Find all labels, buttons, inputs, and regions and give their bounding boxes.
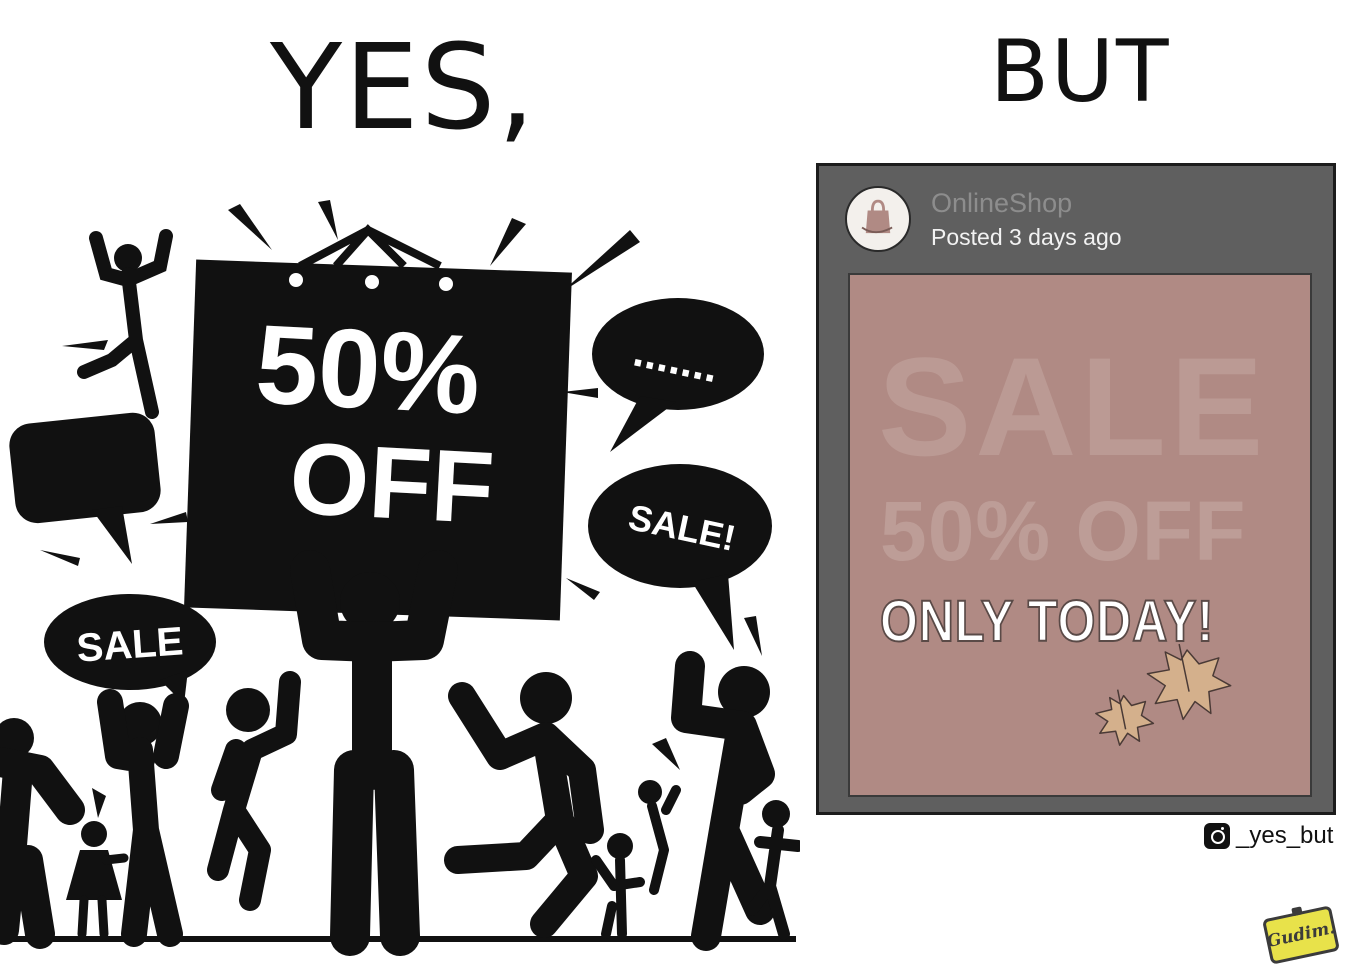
shop-name[interactable]: OnlineShop — [931, 188, 1072, 219]
post-image[interactable]: SALE 50% OFF ONLY TODAY! — [848, 273, 1312, 797]
speech-bubble-dots-icon: ....... — [592, 298, 764, 452]
bag-off-text: OFF — [287, 421, 497, 546]
speech-bubble-sale-right-icon: SALE! — [588, 464, 772, 650]
maple-leaves-icon — [1095, 643, 1232, 746]
yes-heading: YES, — [270, 18, 538, 156]
instagram-icon[interactable] — [1204, 823, 1230, 849]
shop-avatar[interactable] — [845, 186, 911, 252]
signature-badge: Gudim. — [1261, 905, 1341, 965]
social-post-card[interactable]: OnlineShop Posted 3 days ago SALE 50% OF… — [816, 163, 1336, 815]
svg-text:SALE: SALE — [75, 619, 184, 670]
jumping-person-icon — [77, 229, 173, 419]
signature-text: Gudim. — [1265, 918, 1337, 952]
speech-bubble-sale-left-icon: SALE — [44, 594, 216, 704]
shopping-bag-icon: 50% OFF — [184, 224, 572, 621]
credit-handle[interactable]: _yes_but — [1236, 822, 1333, 850]
bag-discount-text: 50% — [253, 301, 483, 438]
celebration-illustration: 50% OFF ....... SALE! SALE — [0, 170, 800, 960]
but-heading: BUT — [990, 22, 1171, 122]
credit[interactable]: _yes_but — [1204, 822, 1333, 850]
post-timestamp: Posted 3 days ago — [931, 224, 1122, 250]
speech-bubble-empty-icon — [9, 412, 161, 564]
shopping-bag-logo-icon — [861, 199, 893, 234]
